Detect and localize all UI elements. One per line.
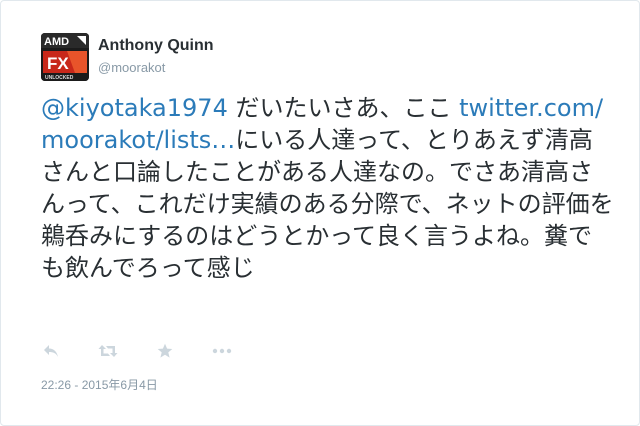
mention-link[interactable]: @kiyotaka1974 (41, 94, 228, 122)
amd-fx-logo: AMD FX UNLOCKED (41, 33, 89, 81)
tweet-timestamp[interactable]: 22:26 - 2015年6月4日 (41, 376, 158, 393)
more-button[interactable] (212, 341, 232, 361)
avatar-product-text: FX (47, 54, 69, 73)
tweet-text: @kiyotaka1974 だいたいさあ、ここ twitter.com/moor… (41, 92, 616, 284)
retweet-icon (98, 345, 118, 357)
tweet-actions (41, 339, 269, 363)
reply-icon (44, 345, 58, 357)
retweet-button[interactable] (98, 341, 118, 361)
star-icon (157, 343, 173, 358)
more-icon (212, 348, 232, 354)
tweet-card: AMD FX UNLOCKED Anthony Quinn @moorakot … (0, 0, 640, 426)
author-name[interactable]: Anthony Quinn (98, 37, 214, 55)
author-handle[interactable]: @moorakot (98, 60, 165, 75)
reply-button[interactable] (41, 341, 61, 361)
favorite-button[interactable] (155, 341, 175, 361)
tweet-text-part1: だいたいさあ、ここ (227, 94, 460, 122)
avatar[interactable]: AMD FX UNLOCKED (41, 33, 89, 81)
avatar-badge-text: AMD (44, 36, 69, 48)
avatar-caption-text: UNLOCKED (45, 75, 74, 81)
